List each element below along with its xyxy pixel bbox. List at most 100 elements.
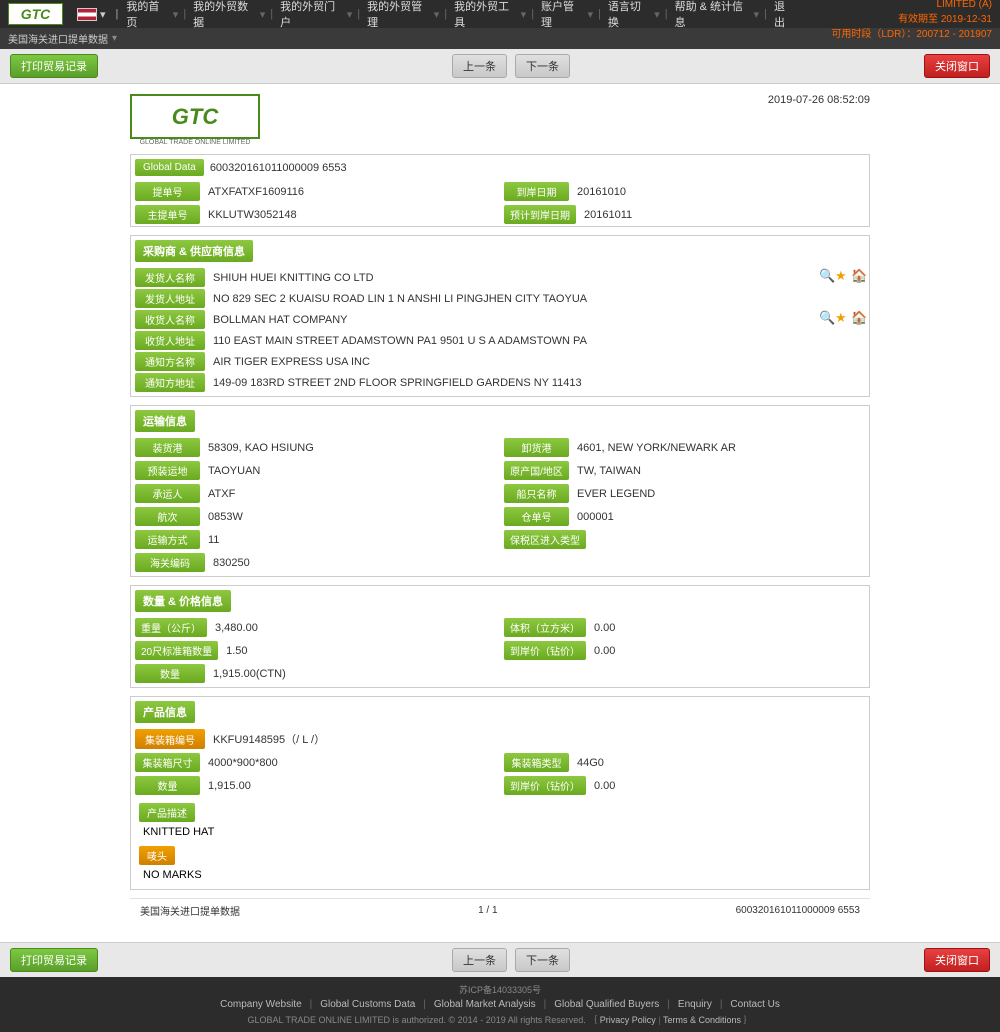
transport-label: 运输方式 (135, 530, 200, 549)
global-data-section: Global Data 600320161011000009 6553 提单号 … (130, 154, 870, 227)
estimated-date-value: 20161011 (580, 207, 865, 223)
receiver-star-icon[interactable]: ★ (835, 310, 849, 324)
voyage-billref-row: 航次 0853W 仓单号 000001 (131, 505, 869, 528)
shipper-name-value: SHIUH HUEI KNITTING CO LTD (209, 268, 815, 287)
nav-account[interactable]: 账户管理 (541, 0, 581, 30)
shipper-search-icon[interactable]: 🔍 (819, 268, 833, 282)
document-area: GTC GLOBAL TRADE ONLINE LIMITED 2019-07-… (120, 84, 880, 932)
customs-label: 海关编码 (135, 553, 205, 572)
nav-tools[interactable]: 我的外贸工具 (454, 0, 515, 30)
logo-text: GTC (172, 104, 218, 130)
footer-link-market[interactable]: Global Market Analysis (434, 999, 536, 1010)
nav-home[interactable]: 我的首页 (126, 0, 166, 30)
container-20-value: 1.50 (222, 643, 496, 659)
marks-label: 唛头 (139, 846, 175, 865)
weight-value: 3,480.00 (211, 620, 496, 636)
quantity-row: 数量 1,915.00(CTN) (135, 664, 865, 683)
receiver-search-icon[interactable]: 🔍 (819, 310, 833, 324)
marks-area: 唛头 NO MARKS (131, 842, 869, 889)
footer-link-customs[interactable]: Global Customs Data (320, 999, 415, 1010)
arrival-price-label: 到岸价（钻价） (504, 641, 586, 660)
container-id-value: KKFU9148595（/ L /） (209, 729, 865, 749)
nav-import[interactable]: 我的外贸数据 (193, 0, 254, 30)
shipper-name-label: 发货人名称 (135, 268, 205, 287)
origin-port-col: 装货港 58309, KAO HSIUNG (131, 436, 500, 459)
transport-value: 11 (204, 532, 496, 548)
bill-ref-value: 000001 (573, 509, 865, 525)
master-bill-value: KKLUTW3052148 (204, 207, 496, 223)
bill-ref-label: 仓单号 (504, 507, 569, 526)
next-button-bottom[interactable]: 下一条 (515, 948, 570, 972)
product-qty-col: 数量 1,915.00 (131, 774, 500, 797)
prev-button[interactable]: 上一条 (452, 54, 507, 78)
print-button[interactable]: 打印贸易记录 (10, 54, 98, 78)
container-type-col: 集装箱类型 44G0 (500, 751, 869, 774)
bottom-data-bar: 美国海关进口提单数据 1 / 1 600320161011000009 6553 (130, 898, 870, 922)
notify-addr-value: 149-09 183RD STREET 2ND FLOOR SPRINGFIEL… (209, 373, 865, 392)
notify-name-row: 通知方名称 AIR TIGER EXPRESS USA INC (135, 352, 865, 371)
nav-logout[interactable]: 退出 (774, 0, 794, 30)
product-title: 产品信息 (135, 701, 195, 723)
country-value: TW, TAIWAN (573, 463, 865, 479)
nav-export[interactable]: 我的外贸门户 (280, 0, 341, 30)
bonded-label: 保税区进入类型 (504, 530, 586, 549)
marks-value: NO MARKS (135, 867, 865, 883)
notify-name-label: 通知方名称 (135, 352, 205, 371)
global-data-row: Global Data 600320161011000009 6553 (131, 155, 869, 180)
bill-ref-col: 仓单号 000001 (500, 505, 869, 528)
volume-label: 体积（立方米） (504, 618, 586, 637)
shipper-star-icon[interactable]: ★ (835, 268, 849, 282)
footer-link-privacy[interactable]: Privacy Policy (600, 1015, 656, 1025)
print-button-bottom[interactable]: 打印贸易记录 (10, 948, 98, 972)
logo: GTC (8, 3, 63, 25)
notify-addr-row: 通知方地址 149-09 183RD STREET 2ND FLOOR SPRI… (135, 373, 865, 392)
carrier-col: 承运人 ATXF (131, 482, 500, 505)
receiver-home-icon[interactable]: 🏠 (851, 310, 865, 324)
arrival-date-value: 20161010 (573, 184, 865, 200)
footer-link-contact[interactable]: Contact Us (730, 999, 779, 1010)
container-price-row: 20尺标准箱数量 1.50 到岸价（钻价） 0.00 (131, 639, 869, 662)
arrival-price-value: 0.00 (590, 643, 865, 659)
quantity-price-section: 数量 & 价格信息 重量（公斤） 3,480.00 体积（立方米） 0.00 2… (130, 585, 870, 688)
logo-box: GTC (130, 94, 260, 139)
estimated-date-col: 预计到岸日期 20161011 (500, 203, 869, 226)
footer-link-terms[interactable]: Terms & Conditions (663, 1015, 741, 1025)
shipper-addr-row: 发货人地址 NO 829 SEC 2 KUAISU ROAD LIN 1 N A… (135, 289, 865, 308)
receiver-addr-label: 收货人地址 (135, 331, 205, 350)
footer-copyright: GLOBAL TRADE ONLINE LIMITED is authorize… (10, 1013, 990, 1026)
receiver-name-row: 收货人名称 BOLLMAN HAT COMPANY 🔍 ★ 🏠 (135, 310, 865, 329)
dest-port-label: 卸货港 (504, 438, 569, 457)
ldr-info: 可用时段（LDR）：200712 - 201907 (831, 29, 992, 40)
flag: ▾ (77, 8, 106, 21)
footer-link-enquiry[interactable]: Enquiry (678, 999, 712, 1010)
quantity-price-title: 数量 & 价格信息 (135, 590, 231, 612)
vessel-col: 船只名称 EVER LEGEND (500, 482, 869, 505)
top-nav: GTC ▾ | 我的首页 ▾ | 我的外贸数据 ▾ | 我的外贸门户 ▾ | 我… (0, 0, 1000, 28)
close-button-bottom[interactable]: 关闭窗口 (924, 948, 990, 972)
voyage-value: 0853W (204, 509, 496, 525)
ports-row: 装货港 58309, KAO HSIUNG 卸货港 4601, NEW YORK… (131, 436, 869, 459)
notify-name-value: AIR TIGER EXPRESS USA INC (209, 352, 865, 371)
nav-customs[interactable]: 我的外贸管理 (367, 0, 428, 30)
footer-link-buyers[interactable]: Global Qualified Buyers (554, 999, 659, 1010)
master-bill-label: 主提单号 (135, 205, 200, 224)
close-button[interactable]: 关闭窗口 (924, 54, 990, 78)
container-id-row: 集装箱编号 KKFU9148595（/ L /） (135, 729, 865, 749)
buyer-supplier-title: 采购商 & 供应商信息 (135, 240, 253, 262)
prev-button-bottom[interactable]: 上一条 (452, 948, 507, 972)
volume-value: 0.00 (590, 620, 865, 636)
arrival-date-label: 到岸日期 (504, 182, 569, 201)
next-button[interactable]: 下一条 (515, 54, 570, 78)
bottom-toolbar: 打印贸易记录 上一条 下一条 关闭窗口 (0, 942, 1000, 977)
nav-help[interactable]: 帮助 & 统计信息 (675, 0, 748, 30)
product-desc-label: 产品描述 (139, 803, 195, 822)
top-toolbar: 打印贸易记录 上一条 下一条 关闭窗口 (0, 49, 1000, 84)
footer-link-website[interactable]: Company Website (220, 999, 302, 1010)
bottom-page: 1 / 1 (478, 905, 497, 916)
shipper-home-icon[interactable]: 🏠 (851, 268, 865, 282)
product-price-col: 到岸价（钻价） 0.00 (500, 774, 869, 797)
doc-header: GTC GLOBAL TRADE ONLINE LIMITED 2019-07-… (130, 94, 870, 146)
footer-links: Company Website | Global Customs Data | … (10, 999, 990, 1010)
container-size-col: 集装箱尺寸 4000*900*800 (131, 751, 500, 774)
nav-language[interactable]: 语言切换 (608, 0, 648, 30)
